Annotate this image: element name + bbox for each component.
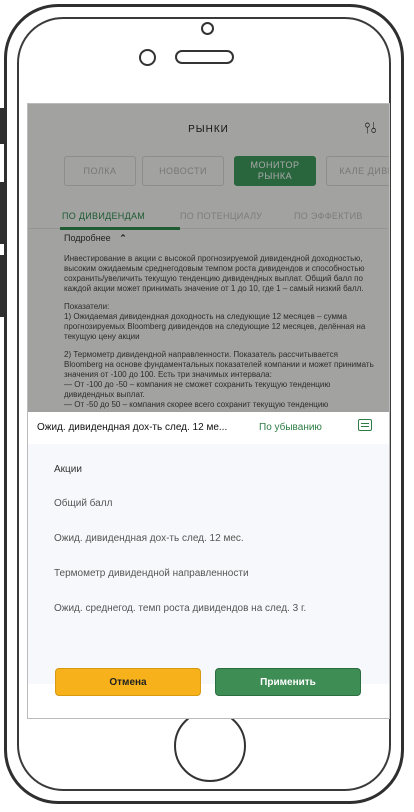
- home-button[interactable]: [174, 710, 246, 782]
- app-screen: РЫНКИ ⫯⫰ ПОЛКА НОВОСТИ МОНИТОР РЫНКА КАЛ…: [27, 103, 390, 719]
- camera-icon: [201, 22, 214, 35]
- sort-order-toggle[interactable]: По убыванию: [259, 422, 322, 433]
- sort-field-label: Ожид. дивидендная дох-ть след. 12 ме...: [37, 422, 228, 433]
- sort-bar[interactable]: Ожид. дивидендная дох-ть след. 12 ме... …: [28, 412, 389, 444]
- option-shares[interactable]: Акции: [54, 464, 82, 475]
- sort-options-list: Акции Общий балл Ожид. дивидендная дох-т…: [28, 444, 389, 684]
- modal-backdrop[interactable]: [28, 104, 389, 412]
- speaker-grille: [175, 50, 234, 64]
- apply-button[interactable]: Применить: [215, 668, 361, 696]
- volume-down-button: [0, 255, 5, 317]
- option-dividend-thermometer[interactable]: Термометр дивидендной направленности: [54, 568, 249, 579]
- option-total-score[interactable]: Общий балл: [54, 498, 112, 509]
- cancel-button[interactable]: Отмена: [55, 668, 201, 696]
- sort-icon[interactable]: [358, 419, 372, 431]
- option-dividend-growth[interactable]: Ожид. среднегод. темп роста дивидендов н…: [54, 603, 306, 614]
- volume-up-button: [0, 182, 5, 244]
- mute-switch: [0, 108, 5, 144]
- front-camera-icon: [139, 49, 156, 66]
- option-expected-yield[interactable]: Ожид. дивидендная дох-ть след. 12 мес.: [54, 533, 244, 544]
